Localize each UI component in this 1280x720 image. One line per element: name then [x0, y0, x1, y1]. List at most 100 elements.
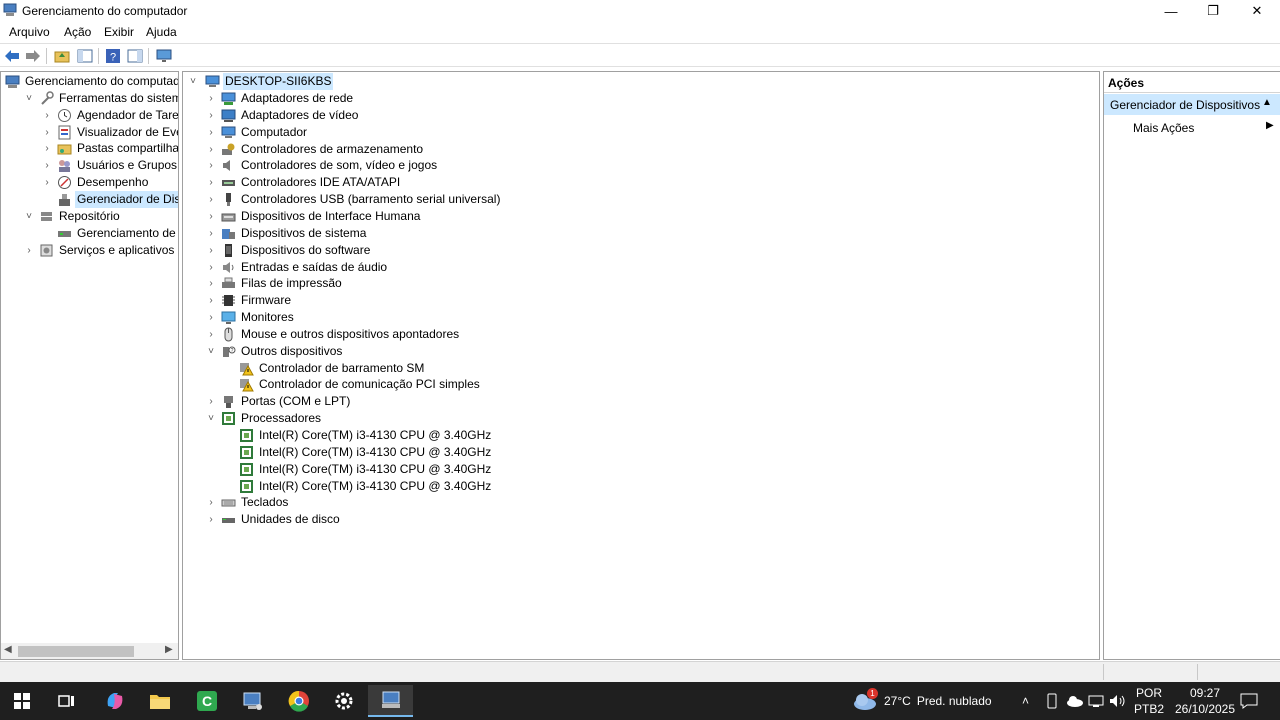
tree-item[interactable]: › Agendador de Tarefas [41, 107, 178, 124]
tray-icon-volume[interactable] [1109, 682, 1127, 720]
tree-item[interactable]: › Adaptadores de rede [205, 90, 705, 107]
scroll-right-icon[interactable]: ▶ [165, 644, 173, 655]
forward-button[interactable] [24, 47, 42, 65]
chevron-right-icon[interactable]: › [205, 292, 217, 309]
scan-hardware-button[interactable] [155, 47, 173, 65]
tree-item[interactable]: › Usuários e Grupos Loca [41, 157, 178, 174]
menu-ajuda[interactable]: Ajuda [146, 25, 177, 39]
tree-item[interactable]: › Teclados [205, 494, 705, 511]
chevron-right-icon[interactable]: › [41, 157, 53, 174]
chevron-right-icon[interactable]: › [41, 107, 53, 124]
tree-item[interactable]: › Dispositivos de sistema [205, 225, 705, 242]
tree-item[interactable]: › Monitores [205, 309, 705, 326]
restore-button[interactable]: ❐ [1190, 0, 1236, 22]
chevron-right-icon[interactable]: › [205, 157, 217, 174]
chevron-right-icon[interactable]: › [205, 242, 217, 259]
tree-item[interactable]: › Entradas e saídas de áudio [205, 259, 705, 276]
chevron-right-icon[interactable]: › [205, 191, 217, 208]
device-app-button[interactable] [233, 685, 273, 717]
tree-item[interactable]: › Dispositivos de Interface Humana [205, 208, 705, 225]
chevron-right-icon[interactable]: › [205, 90, 217, 107]
chevron-right-icon[interactable]: › [205, 208, 217, 225]
tree-item[interactable]: Gerenciador de Disposit [41, 190, 178, 208]
tree-item[interactable]: › Controladores USB (barramento serial un… [205, 191, 705, 208]
tree-item[interactable]: Controlador de barramento SM [223, 360, 723, 377]
tree-item[interactable]: ˅? Outros dispositivos [205, 343, 705, 360]
menu-exibir[interactable]: Exibir [104, 25, 134, 39]
triangle-up-icon[interactable]: ▲ [1262, 97, 1272, 108]
tree-item[interactable]: › Serviços e aplicativos [23, 242, 178, 259]
tree-item[interactable]: Intel(R) Core(TM) i3-4130 CPU @ 3.40GHz [223, 461, 723, 478]
weather-widget[interactable]: 1 27°C Pred. nublado [852, 682, 992, 720]
tree-item[interactable]: ˅ Ferramentas do sistema [23, 90, 178, 107]
chevron-right-icon[interactable]: › [41, 140, 53, 157]
chevron-right-icon[interactable]: › [205, 393, 217, 410]
minimize-button[interactable]: — [1148, 0, 1194, 22]
up-folder-button[interactable] [53, 47, 71, 65]
menu-arquivo[interactable]: Arquivo [9, 25, 50, 39]
tree-item[interactable]: › Filas de impressão [205, 275, 705, 292]
chevron-down-icon[interactable]: ˅ [205, 410, 217, 427]
show-hide-action-pane-button[interactable] [126, 47, 144, 65]
tree-item[interactable]: › Visualizador de Eventos [41, 124, 178, 141]
camtasia-button[interactable]: C [187, 685, 227, 717]
tree-item[interactable]: Intel(R) Core(TM) i3-4130 CPU @ 3.40GHz [223, 478, 723, 495]
input-language[interactable]: POR PTB2 [1134, 682, 1164, 720]
tree-item[interactable]: › Controladores de som, vídeo e jogos [205, 157, 705, 174]
tree-item[interactable]: › Desempenho [41, 174, 178, 191]
tree-item[interactable]: ˅ Processadores [205, 410, 705, 427]
tree-item[interactable]: Intel(R) Core(TM) i3-4130 CPU @ 3.40GHz [223, 444, 723, 461]
more-actions-item[interactable]: Mais Ações ▶ [1104, 117, 1280, 137]
chevron-right-icon[interactable]: › [205, 494, 217, 511]
chrome-button[interactable] [279, 685, 319, 717]
tree-item[interactable]: › Controladores de armazenamento [205, 141, 705, 158]
file-explorer-button[interactable] [140, 685, 180, 717]
tree-item[interactable]: Intel(R) Core(TM) i3-4130 CPU @ 3.40GHz [223, 427, 723, 444]
actions-section-device-manager[interactable]: Gerenciador de Dispositivos ▲ [1104, 94, 1280, 115]
tree-item[interactable]: › Portas (COM e LPT) [205, 393, 705, 410]
task-view-button[interactable] [47, 685, 87, 717]
chevron-right-icon[interactable]: › [205, 107, 217, 124]
tree-item[interactable]: › Dispositivos do software [205, 242, 705, 259]
chevron-right-icon[interactable]: › [23, 242, 35, 259]
tree-item[interactable]: ˅ Repositório [23, 208, 178, 225]
chevron-right-icon[interactable]: › [205, 259, 217, 276]
computer-management-taskbar-button[interactable] [368, 685, 413, 717]
device-tree-root[interactable]: ˅ DESKTOP-SII6KBS [187, 73, 487, 90]
show-hide-tree-button[interactable] [76, 47, 94, 65]
tray-icon-device[interactable] [1045, 682, 1059, 720]
tree-item[interactable]: › Computador [205, 124, 705, 141]
back-button[interactable] [3, 47, 21, 65]
chevron-right-icon[interactable]: › [205, 326, 217, 343]
close-button[interactable]: ✕ [1234, 0, 1280, 22]
chevron-down-icon[interactable]: ˅ [23, 90, 35, 107]
chevron-right-icon[interactable]: › [205, 225, 217, 242]
tree-item[interactable]: › Controladores IDE ATA/ATAPI [205, 174, 705, 191]
chevron-right-icon[interactable]: › [41, 124, 53, 141]
chevron-down-icon[interactable]: ˅ [23, 208, 35, 225]
tree-item[interactable]: Gerenciamento do computado [1, 73, 178, 90]
chevron-right-icon[interactable]: › [205, 141, 217, 158]
tree-item[interactable]: › Adaptadores de vídeo [205, 107, 705, 124]
chevron-right-icon[interactable]: › [205, 275, 217, 292]
chevron-right-icon[interactable]: › [205, 174, 217, 191]
tree-item[interactable]: › Pastas compartilhadas [41, 140, 178, 157]
tree-item[interactable]: Controlador de comunicação PCI simples [223, 376, 723, 393]
chevron-right-icon[interactable]: › [205, 124, 217, 141]
notifications-button[interactable] [1240, 682, 1258, 720]
tray-icon-onedrive[interactable] [1066, 682, 1084, 720]
chevron-right-icon[interactable]: › [205, 309, 217, 326]
horizontal-scrollbar[interactable]: ◀ ▶ [1, 643, 178, 659]
tree-item[interactable]: › Mouse e outros dispositivos apontadores [205, 326, 705, 343]
copilot-button[interactable] [95, 685, 135, 717]
tree-item[interactable]: › Unidades de disco [205, 511, 705, 528]
show-hidden-icons-button[interactable]: ˄ [1022, 682, 1029, 720]
chevron-down-icon[interactable]: ˅ [205, 343, 217, 360]
clock[interactable]: 09:27 26/10/2025 [1170, 682, 1240, 720]
scrollbar-thumb[interactable] [18, 646, 134, 657]
tray-icon-network[interactable] [1088, 682, 1104, 720]
tree-item[interactable]: Gerenciamento de disco [41, 225, 178, 242]
scroll-left-icon[interactable]: ◀ [4, 644, 12, 655]
chevron-right-icon[interactable]: › [205, 511, 217, 528]
help-button[interactable]: ? [104, 47, 122, 65]
